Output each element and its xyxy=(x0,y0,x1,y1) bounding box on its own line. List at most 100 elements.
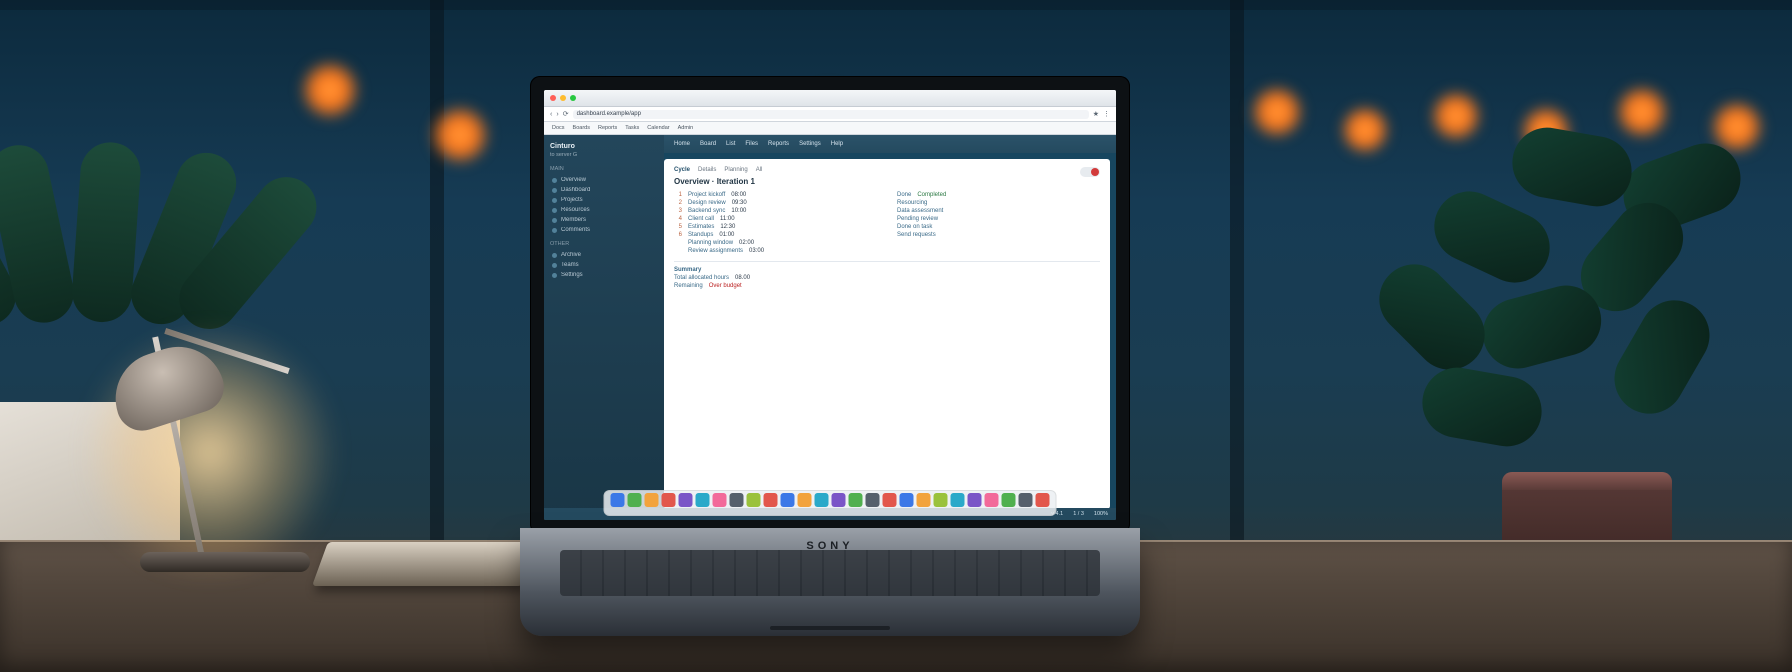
bookmark-item[interactable]: Tasks xyxy=(625,125,639,131)
list-row[interactable]: Data assessment xyxy=(897,208,1100,214)
row-value: 08:00 xyxy=(731,192,746,198)
address-bar[interactable]: dashboard.example/app xyxy=(573,110,1089,119)
row-index: 5 xyxy=(674,224,682,230)
menu-icon[interactable]: ⋮ xyxy=(1103,110,1110,118)
row-key: Resourcing xyxy=(897,200,927,206)
list-row[interactable]: Pending review xyxy=(897,216,1100,222)
sidebar-item[interactable]: Comments xyxy=(550,225,658,235)
sidebar-item[interactable]: Members xyxy=(550,215,658,225)
dock-app-icon[interactable] xyxy=(713,493,727,507)
dock-app-icon[interactable] xyxy=(611,493,625,507)
panel-tab[interactable]: Planning xyxy=(724,167,747,173)
bullet-icon xyxy=(552,273,557,278)
dock-app-icon[interactable] xyxy=(730,493,744,507)
dock-app-icon[interactable] xyxy=(900,493,914,507)
sidebar-item[interactable]: Overview xyxy=(550,175,658,185)
bookmark-item[interactable]: Reports xyxy=(598,125,617,131)
row-key: Pending review xyxy=(897,216,938,222)
bookmarks-bar: Docs Boards Reports Tasks Calendar Admin xyxy=(544,122,1116,135)
window-frame xyxy=(0,0,1792,10)
dock-app-icon[interactable] xyxy=(951,493,965,507)
laptop-brand-label: SONY xyxy=(806,540,853,552)
dock-app-icon[interactable] xyxy=(917,493,931,507)
topnav-item[interactable]: Home xyxy=(674,141,690,147)
dock-app-icon[interactable] xyxy=(1002,493,1016,507)
topnav-item[interactable]: Files xyxy=(745,141,758,147)
sidebar-item[interactable]: Archive xyxy=(550,250,658,260)
row-key: Design review xyxy=(688,200,726,206)
bookmark-item[interactable]: Docs xyxy=(552,125,565,131)
list-row[interactable]: 5Estimates12:30 xyxy=(674,224,877,230)
topnav-item[interactable]: List xyxy=(726,141,735,147)
nav-fwd-icon[interactable]: › xyxy=(556,111,558,118)
list-row[interactable]: 2Design review09:30 xyxy=(674,200,877,206)
dock-app-icon[interactable] xyxy=(1036,493,1050,507)
list-row[interactable]: 4Client call11:00 xyxy=(674,216,877,222)
row-key: Standups xyxy=(688,232,713,238)
traffic-max-icon[interactable] xyxy=(570,95,576,101)
row-key: Done on task xyxy=(897,224,932,230)
dock-app-icon[interactable] xyxy=(883,493,897,507)
list-row[interactable]: Planning window02:00 xyxy=(674,240,877,246)
sidebar-item[interactable]: Dashboard xyxy=(550,185,658,195)
dock-app-icon[interactable] xyxy=(934,493,948,507)
bookmark-item[interactable]: Boards xyxy=(573,125,590,131)
bullet-icon xyxy=(552,253,557,258)
dock-app-icon[interactable] xyxy=(815,493,829,507)
bookmark-item[interactable]: Admin xyxy=(678,125,694,131)
star-icon[interactable]: ★ xyxy=(1093,110,1099,118)
topnav-item[interactable]: Help xyxy=(831,141,843,147)
panel-tabs: Cycle Details Planning All xyxy=(674,167,1100,173)
dock-app-icon[interactable] xyxy=(781,493,795,507)
dock-app-icon[interactable] xyxy=(985,493,999,507)
sidebar-item-label: Comments xyxy=(561,227,590,233)
dock-app-icon[interactable] xyxy=(968,493,982,507)
panel-footer-value: 08.00 xyxy=(735,275,750,281)
list-row[interactable]: 6Standups01:00 xyxy=(674,232,877,238)
dock-app-icon[interactable] xyxy=(866,493,880,507)
topnav-item[interactable]: Settings xyxy=(799,141,821,147)
dock-app-icon[interactable] xyxy=(798,493,812,507)
traffic-close-icon[interactable] xyxy=(550,95,556,101)
list-row[interactable]: DoneCompleted xyxy=(897,192,1100,198)
row-key: Review assignments xyxy=(688,248,743,254)
list-row[interactable]: Review assignments03:00 xyxy=(674,248,877,254)
foliage-right xyxy=(1332,112,1752,492)
sidebar-item[interactable]: Settings xyxy=(550,270,658,280)
app-topnav: Home Board List Files Reports Settings Help xyxy=(664,135,1116,153)
dock-app-icon[interactable] xyxy=(747,493,761,507)
sidebar-section: MAIN xyxy=(550,166,658,172)
list-row[interactable]: Done on task xyxy=(897,224,1100,230)
row-index: 1 xyxy=(674,192,682,198)
list-row[interactable]: 1Project kickoff08:00 xyxy=(674,192,877,198)
sidebar-item[interactable]: Resources xyxy=(550,205,658,215)
panel-tab[interactable]: Details xyxy=(698,167,716,173)
laptop: ‹ › ⟳ dashboard.example/app ★ ⋮ Docs Boa… xyxy=(520,76,1140,636)
nav-reload-icon[interactable]: ⟳ xyxy=(563,110,569,118)
dock-app-icon[interactable] xyxy=(764,493,778,507)
sidebar-item[interactable]: Teams xyxy=(550,260,658,270)
nav-back-icon[interactable]: ‹ xyxy=(550,111,552,118)
dock-app-icon[interactable] xyxy=(832,493,846,507)
dock-app-icon[interactable] xyxy=(645,493,659,507)
topnav-item[interactable]: Board xyxy=(700,141,716,147)
panel-toggle[interactable] xyxy=(1080,167,1100,177)
sidebar-item[interactable]: Projects xyxy=(550,195,658,205)
dock-app-icon[interactable] xyxy=(679,493,693,507)
dock-app-icon[interactable] xyxy=(628,493,642,507)
row-key: Estimates xyxy=(688,224,714,230)
list-row[interactable]: Resourcing xyxy=(897,200,1100,206)
list-row[interactable]: Send requests xyxy=(897,232,1100,238)
topnav-item[interactable]: Reports xyxy=(768,141,789,147)
dock-app-icon[interactable] xyxy=(1019,493,1033,507)
traffic-min-icon[interactable] xyxy=(560,95,566,101)
panel-tab[interactable]: Cycle xyxy=(674,167,690,173)
dock-app-icon[interactable] xyxy=(849,493,863,507)
panel-tab[interactable]: All xyxy=(756,167,763,173)
bookmark-item[interactable]: Calendar xyxy=(647,125,669,131)
bullet-icon xyxy=(552,188,557,193)
dock-app-icon[interactable] xyxy=(662,493,676,507)
list-row[interactable]: 3Backend sync10:00 xyxy=(674,208,877,214)
row-key: Done xyxy=(897,192,911,198)
dock-app-icon[interactable] xyxy=(696,493,710,507)
